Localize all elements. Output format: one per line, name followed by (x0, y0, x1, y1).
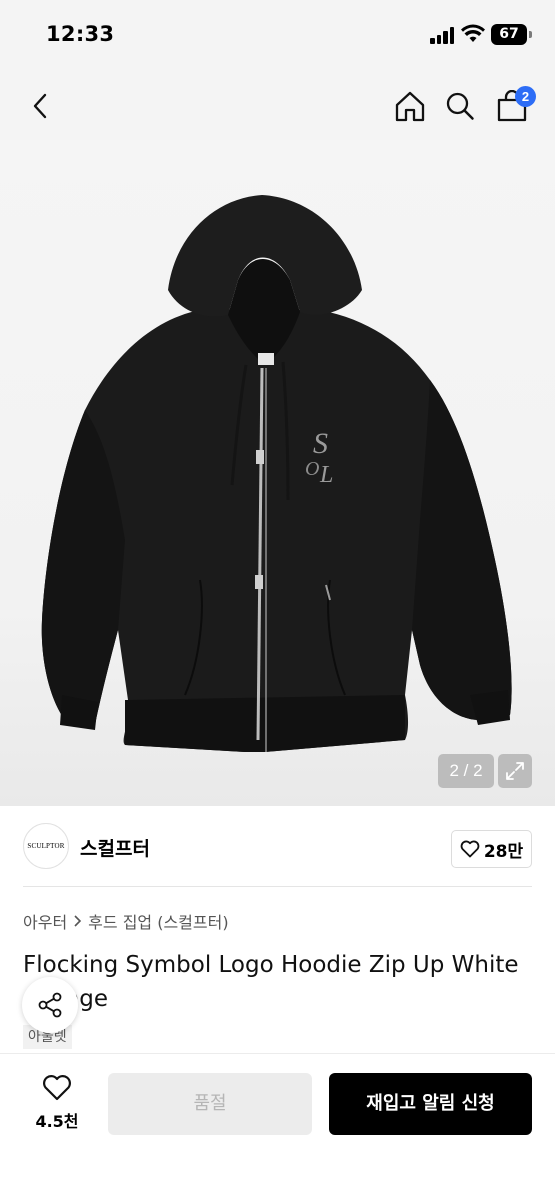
share-icon (38, 992, 62, 1018)
chevron-left-icon (33, 93, 47, 119)
breadcrumb: 아우터 후드 집업 (스컬프터) (23, 909, 229, 933)
brand-name[interactable]: 스컬프터 (80, 834, 150, 861)
cart-button[interactable]: 2 (490, 84, 536, 128)
status-bar: 12:33 67 (0, 0, 555, 70)
bottom-action-bar: 4.5천 품절 재입고 알림 신청 (0, 1053, 555, 1200)
search-button[interactable] (438, 84, 482, 128)
product-title: Flocking Symbol Logo Hoodie Zip Up White… (23, 952, 519, 1012)
brand-like-count: 28만 (483, 841, 524, 862)
restock-alert-button[interactable]: 재입고 알림 신청 (329, 1073, 532, 1135)
signal-icon (430, 26, 456, 44)
expand-icon (506, 762, 524, 780)
heart-icon (43, 1075, 71, 1101)
product-image: S O L (41, 195, 512, 752)
heart-icon (460, 840, 480, 858)
breadcrumb-category[interactable]: 아우터 (23, 909, 67, 933)
share-button[interactable] (22, 977, 78, 1033)
svg-text:S: S (313, 427, 328, 460)
battery-tip (529, 31, 532, 38)
wishlist-button[interactable]: 4.5천 (28, 1074, 86, 1134)
wifi-icon (461, 24, 485, 42)
product-image-gallery[interactable]: S O L 2 / 2 (0, 140, 555, 806)
image-counter: 2 / 2 (438, 754, 494, 788)
brand-logo-text: SCULPTOR (27, 842, 65, 850)
brand-logo[interactable]: SCULPTOR (23, 823, 69, 869)
home-button[interactable] (388, 84, 432, 128)
svg-text:L: L (319, 462, 333, 488)
breadcrumb-subcategory[interactable]: 후드 집업 (스컬프터) (88, 909, 228, 933)
wishlist-count: 4.5천 (35, 1112, 79, 1131)
expand-image-button[interactable] (498, 754, 532, 788)
back-button[interactable] (18, 84, 62, 128)
brand-like-button[interactable]: 28만 (451, 830, 532, 868)
top-navigation: 2 (0, 70, 555, 140)
soldout-button: 품절 (108, 1073, 312, 1135)
chevron-right-icon (74, 915, 82, 927)
home-icon (395, 91, 425, 122)
divider (23, 886, 532, 887)
cart-count-badge: 2 (515, 86, 536, 107)
brand-row[interactable]: SCULPTOR 스컬프터 28만 (0, 806, 555, 886)
search-icon (446, 92, 474, 120)
svg-text:O: O (305, 458, 319, 480)
battery-indicator: 67 (491, 24, 527, 45)
status-time: 12:33 (46, 22, 115, 46)
